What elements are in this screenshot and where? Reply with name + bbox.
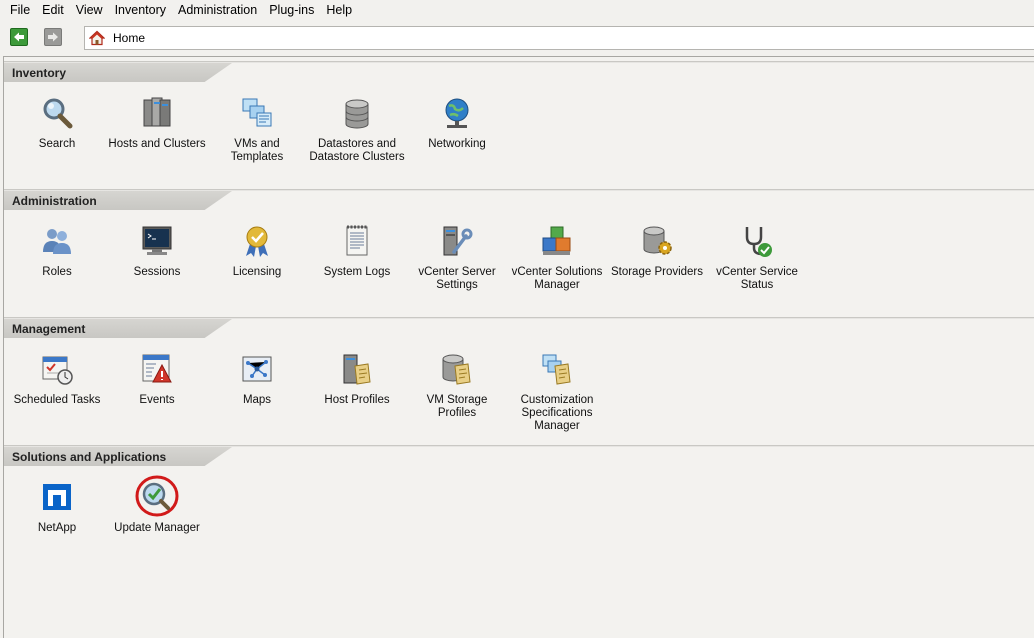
vm-storage-profiles-icon (439, 351, 475, 387)
section-inventory: Inventory Search Hosts and Clusters VMs … (4, 61, 1034, 189)
menu-view[interactable]: View (70, 0, 109, 20)
tile-label: Hosts and Clusters (108, 138, 206, 150)
netapp-icon (39, 479, 75, 515)
maps-icon (239, 351, 275, 387)
section-title: Solutions and Applications (4, 447, 232, 466)
tile-vm-storage-profiles[interactable]: VM Storage Profiles (407, 351, 507, 420)
tile-label: Networking (428, 138, 486, 150)
tile-label: Events (139, 394, 175, 406)
tile-label: vCenter Service Status (716, 266, 798, 291)
tile-vcenter-server-settings[interactable]: vCenter Server Settings (407, 223, 507, 292)
section-administration: Administration Roles Sessions Licensing … (4, 189, 1034, 317)
menu-inventory[interactable]: Inventory (109, 0, 172, 20)
section-title: Inventory (4, 63, 232, 82)
tile-hosts-and-clusters[interactable]: Hosts and Clusters (107, 95, 207, 151)
tile-roles[interactable]: Roles (7, 223, 107, 279)
host-profiles-icon (339, 351, 375, 387)
tile-label: Sessions (133, 266, 181, 278)
system-logs-icon (339, 223, 375, 259)
tile-label: Scheduled Tasks (13, 394, 101, 406)
tile-label: vCenter Server Settings (418, 266, 496, 291)
tile-licensing[interactable]: Licensing (207, 223, 307, 279)
server-settings-icon (439, 223, 475, 259)
tile-label: Customization Specifications Manager (520, 394, 594, 432)
arrow-left-icon (14, 32, 24, 42)
roles-icon (39, 223, 75, 259)
tile-host-profiles[interactable]: Host Profiles (307, 351, 407, 407)
home-content: Inventory Search Hosts and Clusters VMs … (3, 56, 1034, 638)
tile-label: Datastores and Datastore Clusters (309, 138, 405, 163)
arrow-right-icon (48, 32, 58, 42)
tile-label: Search (38, 138, 76, 150)
tile-networking[interactable]: Networking (407, 95, 507, 151)
menu-file[interactable]: File (4, 0, 36, 20)
tile-storage-providers[interactable]: Storage Providers (607, 223, 707, 279)
tile-label: Update Manager (114, 522, 200, 534)
tile-label: VM Storage Profiles (426, 394, 488, 419)
hosts-clusters-icon (139, 95, 175, 131)
tile-label: Maps (242, 394, 272, 406)
sessions-icon (139, 223, 175, 259)
tile-label: NetApp (37, 522, 77, 534)
navigation-bar: Home (0, 22, 1034, 54)
back-button[interactable] (10, 28, 28, 46)
section-solutions-and-applications: Solutions and Applications NetApp Update… (4, 445, 1034, 638)
tile-label: vCenter Solutions Manager (511, 266, 603, 291)
datastores-icon (339, 95, 375, 131)
tile-netapp[interactable]: NetApp (7, 479, 107, 535)
service-status-icon (739, 223, 775, 259)
menu-administration[interactable]: Administration (172, 0, 263, 20)
scheduled-tasks-icon (39, 351, 75, 387)
tile-datastores[interactable]: Datastores and Datastore Clusters (307, 95, 407, 164)
licensing-icon (239, 223, 275, 259)
tile-label: Host Profiles (324, 394, 390, 406)
search-icon (39, 95, 75, 131)
tile-label: Storage Providers (610, 266, 704, 278)
tile-vcenter-service-status[interactable]: vCenter Service Status (707, 223, 807, 292)
section-divider (4, 317, 1034, 319)
tile-search[interactable]: Search (7, 95, 107, 151)
tile-label: System Logs (323, 266, 391, 278)
section-divider (4, 189, 1034, 191)
tile-customization-specifications-manager[interactable]: Customization Specifications Manager (507, 351, 607, 433)
networking-icon (439, 95, 475, 131)
tile-sessions[interactable]: Sessions (107, 223, 207, 279)
tile-update-manager[interactable]: Update Manager (107, 475, 207, 535)
tile-label: VMs and Templates (230, 138, 284, 163)
menu-bar: File Edit View Inventory Administration … (0, 0, 1034, 20)
customization-icon (539, 351, 575, 387)
tile-maps[interactable]: Maps (207, 351, 307, 407)
tile-label: Licensing (232, 266, 282, 278)
section-title: Management (4, 319, 232, 338)
update-manager-icon (135, 475, 179, 517)
section-divider (4, 61, 1034, 63)
tile-scheduled-tasks[interactable]: Scheduled Tasks (7, 351, 107, 407)
menu-plugins[interactable]: Plug-ins (263, 0, 320, 20)
tile-events[interactable]: Events (107, 351, 207, 407)
address-bar[interactable]: Home (84, 26, 1034, 50)
address-text: Home (113, 31, 146, 45)
solutions-manager-icon (539, 223, 575, 259)
section-management: Management Scheduled Tasks Events Maps H… (4, 317, 1034, 445)
tile-vms-and-templates[interactable]: VMs and Templates (207, 95, 307, 164)
section-title: Administration (4, 191, 232, 210)
menu-help[interactable]: Help (320, 0, 358, 20)
tile-vcenter-solutions-manager[interactable]: vCenter Solutions Manager (507, 223, 607, 292)
tile-system-logs[interactable]: System Logs (307, 223, 407, 279)
tile-label: Roles (42, 266, 72, 278)
menu-edit[interactable]: Edit (36, 0, 70, 20)
events-icon (139, 351, 175, 387)
vms-templates-icon (239, 95, 275, 131)
home-icon (89, 30, 105, 46)
forward-button[interactable] (44, 28, 62, 46)
section-divider (4, 445, 1034, 447)
storage-providers-icon (639, 223, 675, 259)
